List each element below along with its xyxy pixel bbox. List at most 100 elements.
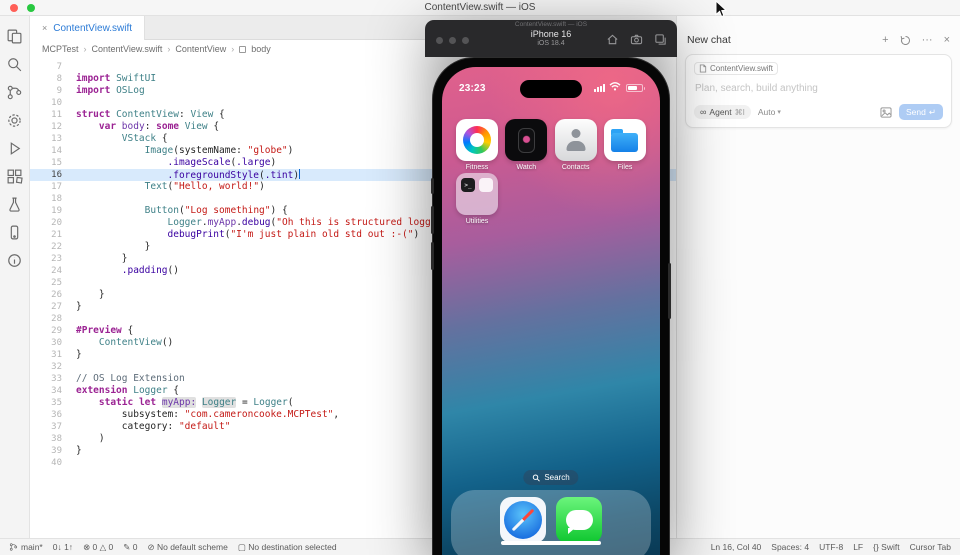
app-label: Fitness [465,164,489,171]
breadcrumb-project[interactable]: MCPTest [42,44,79,54]
iphone-device-frame: 23:23 Fitness Watch Contacts Files >_ Ut… [431,57,671,555]
spotlight-search-pill[interactable]: Search [523,470,579,485]
volume-up-button [431,206,434,234]
agent-label: Agent [709,107,732,117]
dock [451,490,651,555]
info-icon[interactable] [6,252,23,269]
statusbar-right-items: Ln 16, Col 40 Spaces: 4 UTF-8 LF {} Swift Cur… [711,542,951,552]
battery-icon [626,84,645,92]
git-branch-indicator[interactable]: main* [9,542,43,552]
agent-infinity-icon: ∞ [700,107,707,117]
side-button [668,263,671,319]
utilities-folder-icon[interactable]: >_ [456,173,498,215]
home-screen-grid: Fitness Watch Contacts Files [442,119,660,171]
extensions-icon[interactable] [6,168,23,185]
statusbar-item[interactable]: 0↓ 1↑ [53,542,73,553]
search-label: Search [544,473,570,482]
model-selector[interactable]: Auto ▾ [758,107,781,117]
breadcrumb-symbol[interactable]: body [251,44,271,54]
activity-bar [0,16,30,538]
send-label: Send [906,107,926,117]
files-app-icon[interactable] [603,119,646,161]
statusbar-item[interactable]: UTF-8 [819,542,843,552]
send-button[interactable]: Send ↵ [899,104,943,120]
context-chip-label: ContentView.swift [710,64,773,73]
chat-close-icon[interactable]: × [944,34,950,46]
agent-shortcut: ⌘I [734,107,745,117]
more-options-icon[interactable]: ··· [922,34,933,46]
source-control-icon[interactable] [6,84,23,101]
contacts-app-icon[interactable] [554,119,597,161]
statusbar-item[interactable]: ▢ No destination selected [238,542,337,553]
iphone-screen[interactable]: 23:23 Fitness Watch Contacts Files >_ Ut… [442,67,660,555]
chevron-right-icon: › [83,44,87,54]
symbol-property-icon [239,45,247,53]
watch-app-icon[interactable] [505,119,548,161]
dynamic-island [520,80,582,98]
chat-history-icon[interactable] [900,35,911,46]
device-icon[interactable] [6,224,23,241]
app-label: Watch [516,164,537,171]
context-chip[interactable]: ContentView.swift [694,62,778,75]
model-label: Auto [757,107,776,117]
breadcrumb-type[interactable]: ContentView [175,44,226,54]
simulator-titlebar[interactable]: ContentView.swift — iOS iPhone 16 iOS 18… [425,20,677,57]
chevron-right-icon: › [167,44,171,54]
settings-gear-icon[interactable] [6,112,23,129]
attach-image-icon[interactable] [880,106,892,118]
statusbar-item[interactable]: LF [853,542,863,552]
run-debug-icon[interactable] [6,140,23,157]
explorer-icon[interactable] [6,28,23,45]
chat-placeholder[interactable]: Plan, search, build anything [695,83,942,94]
chat-panel: New chat + ··· × ContentView.swift Plan,… [676,16,960,538]
app-files[interactable]: Files [603,119,647,171]
test-flask-icon[interactable] [6,196,23,213]
statusbar-item[interactable]: ⊘ No default scheme [147,542,227,553]
wifi-icon [609,82,621,94]
chevron-right-icon: › [231,44,235,54]
breadcrumb-file[interactable]: ContentView.swift [92,44,163,54]
statusbar-item[interactable]: Spaces: 4 [771,542,809,552]
statusbar-left-items: 0↓ 1↑ ⊗ 0 △ 0 ✎ 0 ⊘ No default scheme ▢ No d… [53,542,337,553]
agent-mode-pill[interactable]: ∞ Agent ⌘I [694,105,751,119]
app-label: Contacts [561,164,590,171]
window-title: ContentView.swift — iOS [424,2,536,13]
screenshot-camera-icon[interactable] [630,33,643,46]
simulator-window[interactable]: ContentView.swift — iOS iPhone 16 iOS 18… [425,20,677,555]
fitness-app-icon[interactable] [456,119,498,161]
text-caret [299,169,301,179]
action-button [431,178,434,194]
app-fitness[interactable]: Fitness [455,119,499,171]
search-icon[interactable] [6,56,23,73]
folder-label: Utilities [465,218,489,225]
statusbar-item[interactable]: {} Swift [873,542,899,552]
branch-name: main* [21,542,43,552]
app-watch[interactable]: Watch [504,119,548,171]
record-dot-icon [10,4,18,12]
messages-app-icon[interactable] [556,497,602,543]
chat-input-box[interactable]: ContentView.swift Plan, search, build an… [685,54,952,128]
window-stack-icon[interactable] [654,33,667,46]
app-label: Files [617,164,633,171]
menubar-status-dots [10,4,35,12]
tab-close-icon[interactable]: × [42,23,47,33]
folder-utilities[interactable]: >_ Utilities [455,173,499,225]
background-window-title: ContentView.swift — iOS [514,21,588,28]
statusbar-item[interactable]: ✎ 0 [123,542,137,553]
safari-app-icon[interactable] [500,497,546,543]
return-key-icon: ↵ [928,106,936,117]
volume-down-button [431,242,434,270]
tab-contentview-swift[interactable]: × ContentView.swift [30,16,146,40]
new-chat-plus-icon[interactable]: + [882,34,888,46]
home-indicator[interactable] [501,541,601,545]
tab-label: ContentView.swift [53,22,133,34]
app-contacts[interactable]: Contacts [554,119,598,171]
menu-bar: ContentView.swift — iOS [0,0,960,16]
chevron-down-icon: ▾ [777,109,781,116]
home-button-icon[interactable] [606,33,619,46]
statusbar-item[interactable]: ⊗ 0 △ 0 [83,542,113,553]
statusbar-item[interactable]: Cursor Tab [910,542,951,552]
status-time: 23:23 [459,82,486,94]
statusbar-item[interactable]: Ln 16, Col 40 [711,542,762,552]
cellular-signal-icon [594,84,605,92]
